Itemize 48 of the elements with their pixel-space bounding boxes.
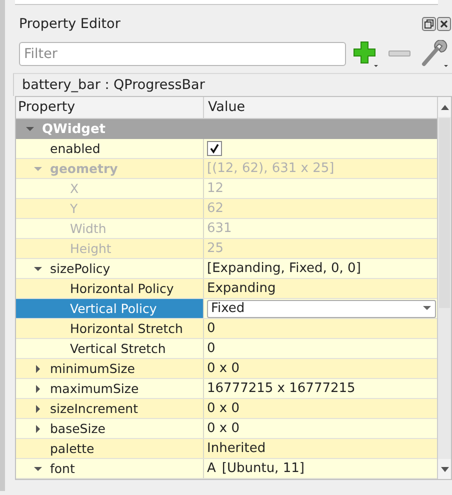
property-name[interactable]: baseSize — [50, 421, 106, 436]
property-name[interactable]: sizeIncrement — [50, 401, 138, 416]
property-value: [Ubuntu, 11] — [222, 461, 304, 476]
property-value: 0 x 0 — [207, 361, 240, 376]
property-name[interactable]: maximumSize — [50, 381, 139, 396]
expanded-arrow-icon[interactable] — [26, 125, 34, 133]
scrollbar[interactable] — [437, 97, 451, 479]
policy-dropdown[interactable]: Fixed — [207, 300, 436, 318]
property-name[interactable]: minimumSize — [50, 361, 135, 376]
panel-title: Property Editor — [18, 16, 122, 32]
collapsed-arrow-icon[interactable] — [34, 384, 42, 392]
property-value: Inherited — [207, 441, 266, 456]
collapsed-arrow-icon[interactable] — [34, 424, 42, 432]
expanded-arrow-icon[interactable] — [34, 264, 42, 272]
object-label: battery_bar : QProgressBar — [13, 73, 452, 96]
property-name[interactable]: font — [50, 461, 75, 476]
property-value: 0 — [207, 321, 216, 336]
property-value: [(12, 62), 631 x 25] — [207, 161, 334, 176]
property-value: 62 — [207, 201, 224, 216]
scroll-down-icon[interactable] — [440, 466, 448, 472]
property-value: 12 — [207, 181, 224, 196]
wrench-icon[interactable] — [420, 40, 450, 68]
float-icon[interactable] — [422, 17, 436, 31]
close-icon[interactable] — [437, 17, 451, 31]
property-value: Expanding — [207, 281, 276, 296]
scroll-up-icon[interactable] — [440, 104, 448, 110]
property-value: 631 — [207, 221, 232, 236]
property-value: 16777215 x 16777215 — [207, 381, 356, 396]
filter-field[interactable]: Filter — [19, 42, 346, 66]
property-name[interactable]: Horizontal Policy — [70, 281, 174, 296]
add-icon[interactable] — [352, 40, 380, 68]
expanded-arrow-icon[interactable] — [34, 464, 42, 472]
property-value: 0 x 0 — [207, 421, 240, 436]
property-value: 25 — [207, 241, 224, 256]
property-value: 0 x 0 — [207, 401, 240, 416]
property-name[interactable]: enabled — [50, 141, 100, 156]
column-header[interactable]: Property — [16, 97, 203, 118]
checkbox[interactable] — [207, 141, 222, 156]
property-name[interactable]: palette — [50, 441, 94, 456]
font-glyph: A — [207, 461, 216, 476]
dropdown-caret-icon — [423, 306, 431, 311]
collapsed-arrow-icon[interactable] — [34, 364, 42, 372]
property-value: 0 — [207, 341, 216, 356]
collapsed-arrow-icon[interactable] — [34, 404, 42, 412]
property-name[interactable]: Vertical Stretch — [70, 341, 166, 356]
property-value: [Expanding, Fixed, 0, 0] — [207, 261, 361, 276]
property-name[interactable]: Horizontal Stretch — [70, 321, 183, 336]
property-name[interactable]: sizePolicy — [50, 261, 110, 276]
